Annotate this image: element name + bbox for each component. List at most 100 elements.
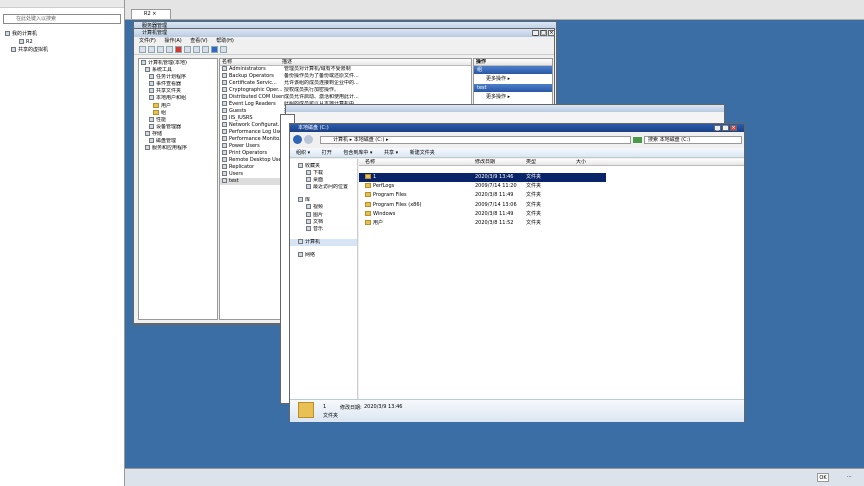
- back-button-icon[interactable]: [293, 135, 302, 144]
- col-file-name[interactable]: 名称: [365, 159, 375, 166]
- folder-icon: [365, 174, 371, 179]
- guest-taskbar: OK ...: [125, 468, 864, 486]
- cmd-organize[interactable]: 组织 ▾: [296, 150, 310, 156]
- mmc-tree-item[interactable]: 服务和应用程序: [141, 145, 217, 152]
- up-icon[interactable]: [157, 46, 164, 53]
- mmc-tree-item[interactable]: 本地用户和组: [141, 95, 217, 102]
- table-row[interactable]: Backup Operators 备份操作员为了备份或还原文件...: [220, 73, 471, 80]
- help-icon[interactable]: [211, 46, 218, 53]
- cmd-include-library[interactable]: 包含到库中 ▾: [343, 150, 372, 156]
- mmc-tree-item[interactable]: 磁盘管理: [141, 138, 217, 145]
- nav-item-music[interactable]: 音乐: [290, 225, 357, 233]
- export-icon[interactable]: [202, 46, 209, 53]
- table-row[interactable]: Certificate Servic... 允许该组的成员连接到企业中的...: [220, 80, 471, 87]
- mmc-tree-item[interactable]: 任务计划程序: [141, 74, 217, 81]
- group-icon: [222, 143, 227, 148]
- table-row[interactable]: Cryptographic Oper...授权成员执行加密操作。: [220, 87, 471, 94]
- host-tab-bar: R2 ×: [125, 0, 864, 20]
- explorer-minimize-button[interactable]: _: [714, 125, 721, 131]
- maximize-button[interactable]: □: [540, 30, 547, 36]
- go-icon[interactable]: [633, 137, 642, 143]
- refresh-icon[interactable]: [193, 46, 200, 53]
- group-icon: [222, 87, 227, 92]
- file-row[interactable]: Program Files 2020/3/8 11:49 文件夹: [359, 191, 739, 200]
- col-size[interactable]: 大小: [576, 159, 586, 166]
- library-search-input[interactable]: 在此处键入以搜索: [3, 14, 121, 24]
- minimize-button[interactable]: _: [532, 30, 539, 36]
- nav-item-download[interactable]: 下载: [290, 170, 357, 177]
- col-name[interactable]: 名称: [220, 59, 282, 66]
- file-row[interactable]: 用户 2020/3/8 11:52 文件夹: [359, 219, 739, 228]
- nav-item-star[interactable]: 收藏夹: [290, 163, 357, 170]
- menu-action[interactable]: 操作(A): [164, 38, 181, 44]
- tree-node-icon: [145, 145, 150, 151]
- close-button[interactable]: ×: [548, 30, 555, 36]
- mmc-tree-item[interactable]: 存储: [141, 130, 217, 138]
- col-type[interactable]: 类型: [526, 159, 536, 166]
- nav-item-picture[interactable]: 图片: [290, 211, 357, 219]
- file-row[interactable]: Program Files (x86) 2009/7/14 13:06 文件夹: [359, 201, 739, 210]
- tree-item-shared-vms[interactable]: 共享的虚拟机: [5, 46, 48, 54]
- file-row[interactable]: 1 2020/3/9 13:46 文件夹: [359, 173, 606, 183]
- explorer-close-button[interactable]: ×: [730, 125, 737, 131]
- folder-icon: [365, 192, 371, 198]
- command-bar: 组织 ▾ 打开 包含到库中 ▾ 共享 ▾ 新建文件夹: [290, 148, 744, 158]
- mmc-tree-item[interactable]: 组: [141, 109, 217, 117]
- address-bar[interactable]: 计算机 ▸ 本地磁盘 (C:) ▸: [320, 136, 631, 144]
- mmc-tree-item[interactable]: 性能: [141, 116, 217, 124]
- action-group-group[interactable]: 组: [474, 66, 552, 74]
- cmd-new-folder[interactable]: 新建文件夹: [410, 150, 435, 156]
- mmc-tree-item[interactable]: 计算机管理(本地): [141, 60, 217, 67]
- mmc-tree-item[interactable]: 用户: [141, 102, 217, 110]
- nav-item-document[interactable]: 文档: [290, 218, 357, 226]
- nav-item-video[interactable]: 视频: [290, 204, 357, 211]
- action-more-1[interactable]: 更多操作 ▸: [474, 74, 552, 84]
- forward-button-icon[interactable]: [304, 135, 313, 144]
- menu-help[interactable]: 帮助(H): [216, 38, 234, 44]
- computer-icon: [5, 31, 10, 36]
- file-row[interactable]: Windows 2020/3/8 11:49 文件夹: [359, 210, 739, 219]
- tree-node-icon: [149, 116, 154, 122]
- menu-file[interactable]: 文件(F): [139, 38, 156, 44]
- back-icon[interactable]: [139, 46, 146, 53]
- delete-icon[interactable]: [175, 46, 182, 53]
- properties-icon[interactable]: [184, 46, 191, 53]
- explorer-window: 本地磁盘 (C:) _ □ × 计算机 ▸ 本地磁盘 (C:) ▸ 搜索 本地磁…: [289, 123, 745, 422]
- group-icon: [222, 178, 227, 183]
- action-more-2[interactable]: 更多操作 ▸: [474, 92, 552, 102]
- col-modified[interactable]: 修改日期: [475, 159, 495, 166]
- cmd-share[interactable]: 共享 ▾: [384, 150, 398, 156]
- mmc-view-icon[interactable]: [220, 46, 227, 53]
- tree-item-my-computer[interactable]: 我的计算机: [5, 30, 48, 38]
- menu-view[interactable]: 查看(V): [190, 38, 207, 44]
- show-hide-icon[interactable]: [166, 46, 173, 53]
- tree-item-r2[interactable]: R2: [5, 38, 48, 46]
- computer-icon: [298, 238, 303, 244]
- explorer-search-input[interactable]: 搜索 本地磁盘 (C:): [644, 136, 742, 144]
- cmd-open[interactable]: 打开: [322, 150, 332, 156]
- mmc-tree-item[interactable]: 系统工具: [141, 67, 217, 74]
- mmc-tree-item[interactable]: 共享文件夹: [141, 88, 217, 95]
- col-description[interactable]: 描述: [282, 59, 292, 65]
- file-list-pane: 名称 修改日期 类型 大小 1 2020/3/9 13:46 文件夹 PerfLogs…: [359, 159, 744, 399]
- mmc-tree-item[interactable]: 事件查看器: [141, 81, 217, 88]
- group-icon: [222, 164, 227, 169]
- mmc-tree-item[interactable]: 设备管理器: [141, 123, 217, 131]
- group-icon: [222, 73, 227, 78]
- file-row[interactable]: PerfLogs 2009/7/14 11:20 文件夹: [359, 182, 739, 191]
- nav-item-network[interactable]: 网络: [290, 251, 357, 259]
- forward-icon[interactable]: [148, 46, 155, 53]
- tray-ok[interactable]: OK: [817, 473, 829, 482]
- tray-clock: ...: [847, 473, 852, 479]
- folder-icon: [365, 183, 371, 189]
- nav-item-desktop[interactable]: 桌面: [290, 177, 357, 184]
- table-row[interactable]: Distributed COM Users成员允许启动、激活和使用此计...: [220, 94, 471, 101]
- desktop-icon: [306, 177, 311, 183]
- nav-item-computer[interactable]: 计算机: [290, 238, 357, 246]
- table-row[interactable]: Administrators 管理员对计算机/域有不受限制: [220, 66, 471, 73]
- action-group-test[interactable]: test: [474, 84, 552, 92]
- nav-item-library[interactable]: 库: [290, 197, 357, 204]
- explorer-maximize-button[interactable]: □: [722, 125, 729, 131]
- nav-item-recent[interactable]: 最近访问的位置: [290, 184, 357, 191]
- tab-r2[interactable]: R2 ×: [131, 9, 171, 19]
